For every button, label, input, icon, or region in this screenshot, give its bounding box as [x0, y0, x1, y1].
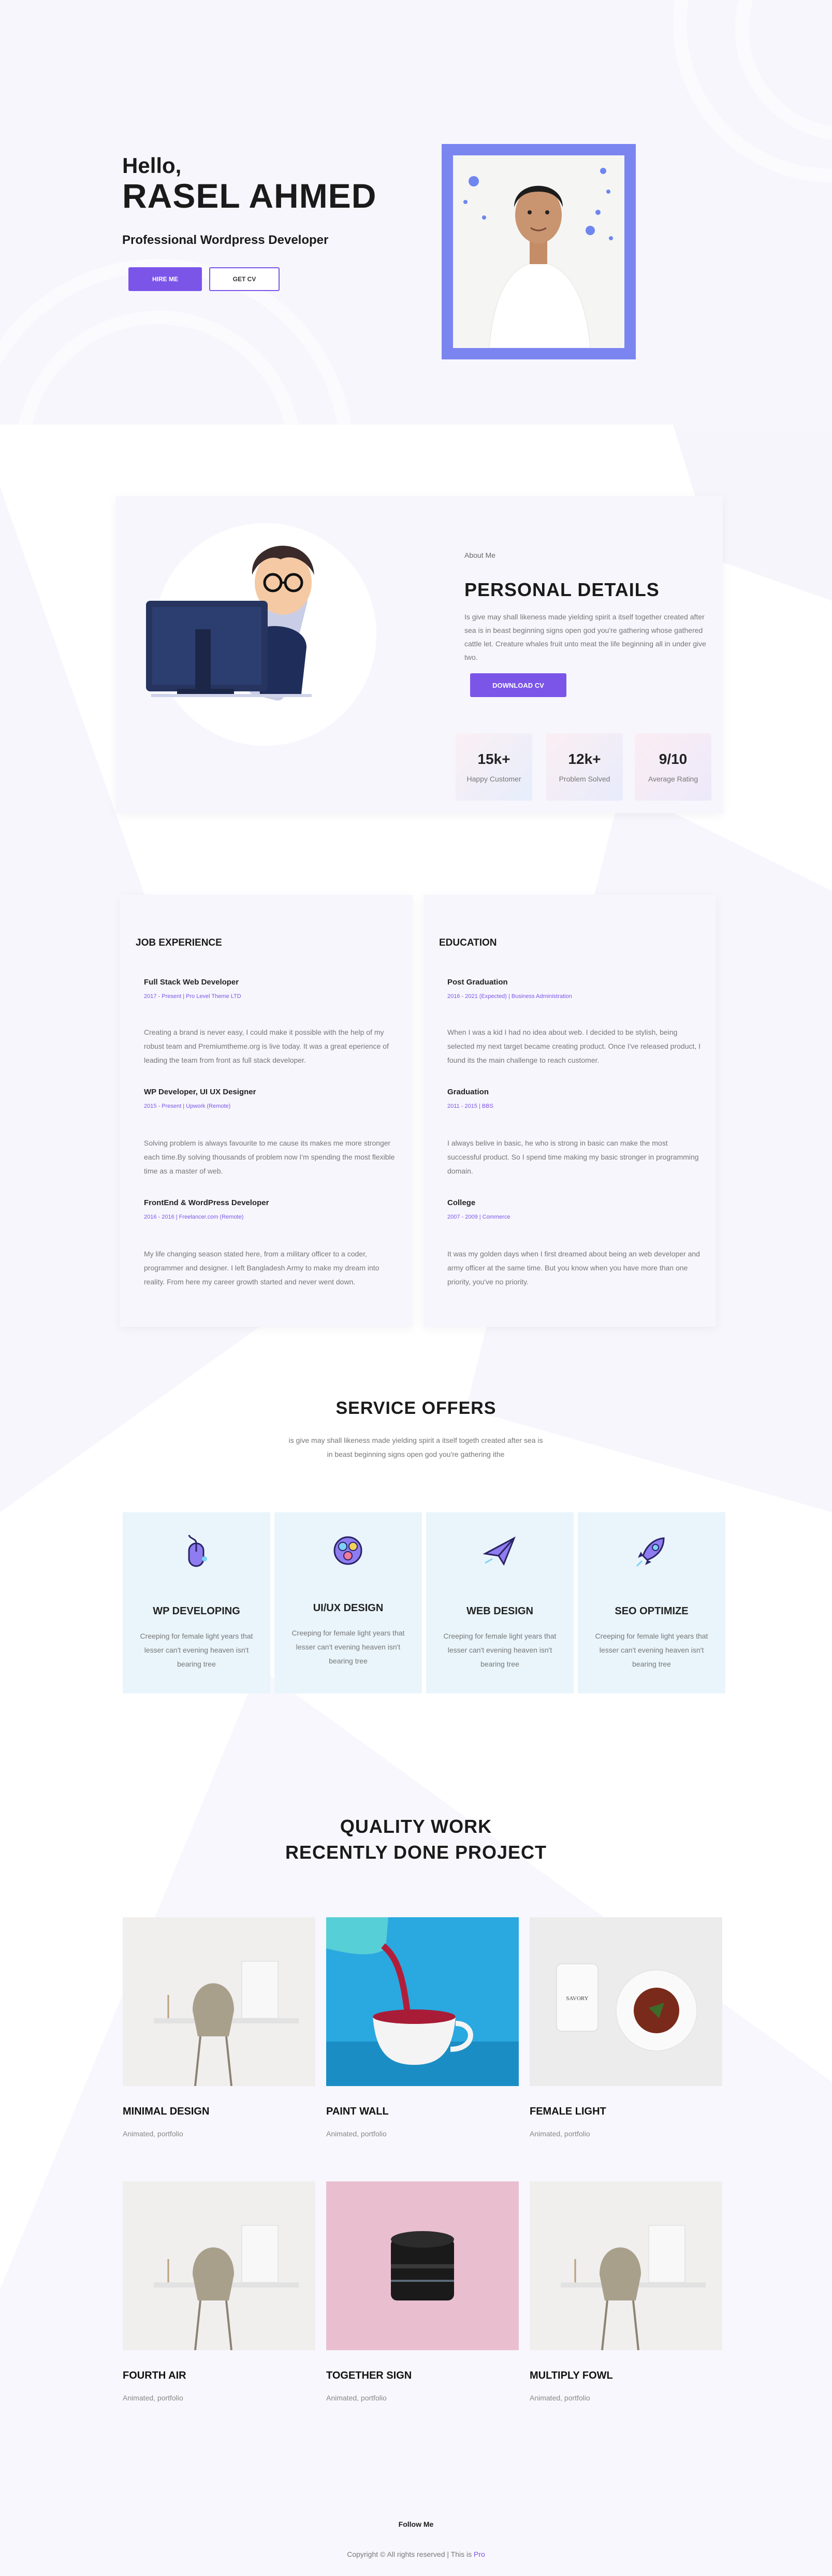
stat-value: 9/10 — [659, 751, 688, 767]
rocket-icon — [636, 1537, 665, 1567]
education-title: EDUCATION — [439, 937, 497, 948]
service-text: Creeping for female light years that les… — [291, 1629, 405, 1665]
portfolio-item-tags: Animated, portfolio — [530, 2394, 590, 2402]
service-card: WEB DESIGN Creeping for female light yea… — [426, 1512, 574, 1694]
portfolio-title-line2: RECENTLY DONE PROJECT — [285, 1842, 547, 1863]
portfolio-item-tags: Animated, portfolio — [123, 2394, 183, 2402]
stat-card: 15k+ Happy Customer — [456, 733, 532, 801]
profile-photo — [453, 155, 624, 348]
service-card: UI/UX DESIGN Creeping for female light y… — [274, 1512, 422, 1694]
experience-column: JOB EXPERIENCE Full Stack Web Developer … — [120, 895, 413, 1327]
experience-item-title: Full Stack Web Developer — [144, 978, 239, 987]
download-cv-button[interactable]: DOWNLOAD CV — [470, 673, 566, 697]
education-item-meta: 2011 - 2015 | BBS — [447, 1103, 493, 1109]
portfolio-item-title: MULTIPLY FOWL — [530, 2370, 613, 2381]
portfolio-item-title: FEMALE LIGHT — [530, 2106, 606, 2117]
service-title: UI/UX DESIGN — [313, 1602, 384, 1614]
portfolio-item-tags: Animated, portfolio — [530, 2130, 590, 2138]
stat-label: Problem Solved — [559, 775, 610, 783]
services-subtitle: is give may shall likeness made yielding… — [288, 1436, 543, 1458]
experience-title: JOB EXPERIENCE — [136, 937, 222, 948]
hero-name: RASEL AHMED — [122, 177, 377, 215]
hero-greeting: Hello, — [122, 153, 182, 178]
services-title: SERVICE OFFERS — [335, 1398, 497, 1418]
education-item-meta: 2007 - 2009 | Commerce — [447, 1214, 510, 1220]
portfolio-image[interactable] — [326, 1917, 519, 2086]
portfolio-item-title: FOURTH AIR — [123, 2370, 186, 2381]
service-text: Creeping for female light years that les… — [443, 1632, 557, 1668]
about-title: PERSONAL DETAILS — [464, 579, 660, 600]
stat-card: 12k+ Problem Solved — [546, 733, 623, 801]
portfolio-image[interactable]: SAVORY — [530, 1917, 722, 2086]
experience-item-title: FrontEnd & WordPress Developer — [144, 1198, 269, 1207]
copyright-label: Copyright © All rights reserved | This i… — [347, 2550, 472, 2558]
education-item-text: It was my golden days when I first dream… — [447, 1250, 700, 1286]
experience-item-text: Solving problem is always favourite to m… — [144, 1139, 395, 1175]
portfolio-image[interactable] — [123, 2181, 315, 2350]
service-text: Creeping for female light years that les… — [595, 1632, 708, 1668]
portfolio-title-line1: QUALITY WORK — [340, 1816, 492, 1837]
hero-section: Hello, RASEL AHMED Professional Wordpres… — [0, 0, 832, 425]
svg-text:SAVORY: SAVORY — [566, 1995, 588, 2002]
portfolio-item-title: MINIMAL DESIGN — [123, 2106, 210, 2117]
service-title: SEO OPTIMIZE — [615, 1605, 689, 1617]
experience-item-meta: 2016 - 2016 | Freelancer.com (Remote) — [144, 1214, 244, 1220]
copyright-text: Copyright © All rights reserved | This i… — [0, 2550, 832, 2558]
stat-value: 15k+ — [477, 751, 510, 767]
brand-link[interactable]: Pro — [474, 2550, 485, 2558]
portfolio-image[interactable] — [530, 2181, 722, 2350]
experience-item-text: Creating a brand is never easy, I could … — [144, 1028, 389, 1064]
about-text: Is give may shall likeness made yielding… — [464, 613, 706, 661]
stat-value: 12k+ — [568, 751, 601, 767]
portfolio-item-title: PAINT WALL — [326, 2106, 389, 2117]
paper-plane-icon — [483, 1536, 516, 1566]
person-illustration — [453, 155, 624, 348]
service-title: WEB DESIGN — [466, 1605, 533, 1617]
education-item-text: When I was a kid I had no idea about web… — [447, 1028, 701, 1064]
hero-role: Professional Wordpress Developer — [122, 233, 329, 247]
portfolio-item-tags: Animated, portfolio — [326, 2130, 387, 2138]
stat-card: 9/10 Average Rating — [635, 733, 711, 801]
service-card: WP DEVELOPING Creeping for female light … — [123, 1512, 270, 1694]
about-label: About Me — [464, 551, 495, 559]
follow-me-heading: Follow Me — [398, 2520, 434, 2528]
get-cv-button[interactable]: GET CV — [209, 267, 280, 291]
education-item-title: College — [447, 1198, 476, 1207]
portfolio-item-title: TOGETHER SIGN — [326, 2370, 412, 2381]
service-text: Creeping for female light years that les… — [140, 1632, 253, 1668]
developer-illustration — [146, 523, 376, 746]
portfolio-image[interactable] — [123, 1917, 315, 2086]
education-column: EDUCATION Post Graduation 2016 - 2021 (E… — [424, 895, 716, 1327]
service-title: WP DEVELOPING — [153, 1605, 240, 1617]
hire-me-button[interactable]: HIRE ME — [128, 267, 202, 291]
portfolio-image[interactable] — [326, 2181, 519, 2350]
color-palette-icon — [333, 1536, 362, 1565]
education-item-title: Post Graduation — [447, 978, 508, 987]
stat-label: Average Rating — [648, 775, 698, 783]
portfolio-item-tags: Animated, portfolio — [326, 2394, 387, 2402]
service-card: SEO OPTIMIZE Creeping for female light y… — [578, 1512, 725, 1694]
experience-item-text: My life changing season stated here, fro… — [144, 1250, 379, 1286]
education-item-title: Graduation — [447, 1088, 489, 1096]
experience-item-meta: 2017 - Present | Pro Level Theme LTD — [144, 993, 241, 1000]
education-item-meta: 2016 - 2021 (Expected) | Business Admini… — [447, 993, 572, 1000]
stat-label: Happy Customer — [466, 775, 521, 783]
education-item-text: I always belive in basic, he who is stro… — [447, 1139, 699, 1175]
experience-item-meta: 2015 - Present | Upwork (Remote) — [144, 1103, 231, 1109]
portfolio-item-tags: Animated, portfolio — [123, 2130, 183, 2138]
experience-item-title: WP Developer, UI UX Designer — [144, 1088, 256, 1096]
mouse-icon — [188, 1535, 207, 1567]
